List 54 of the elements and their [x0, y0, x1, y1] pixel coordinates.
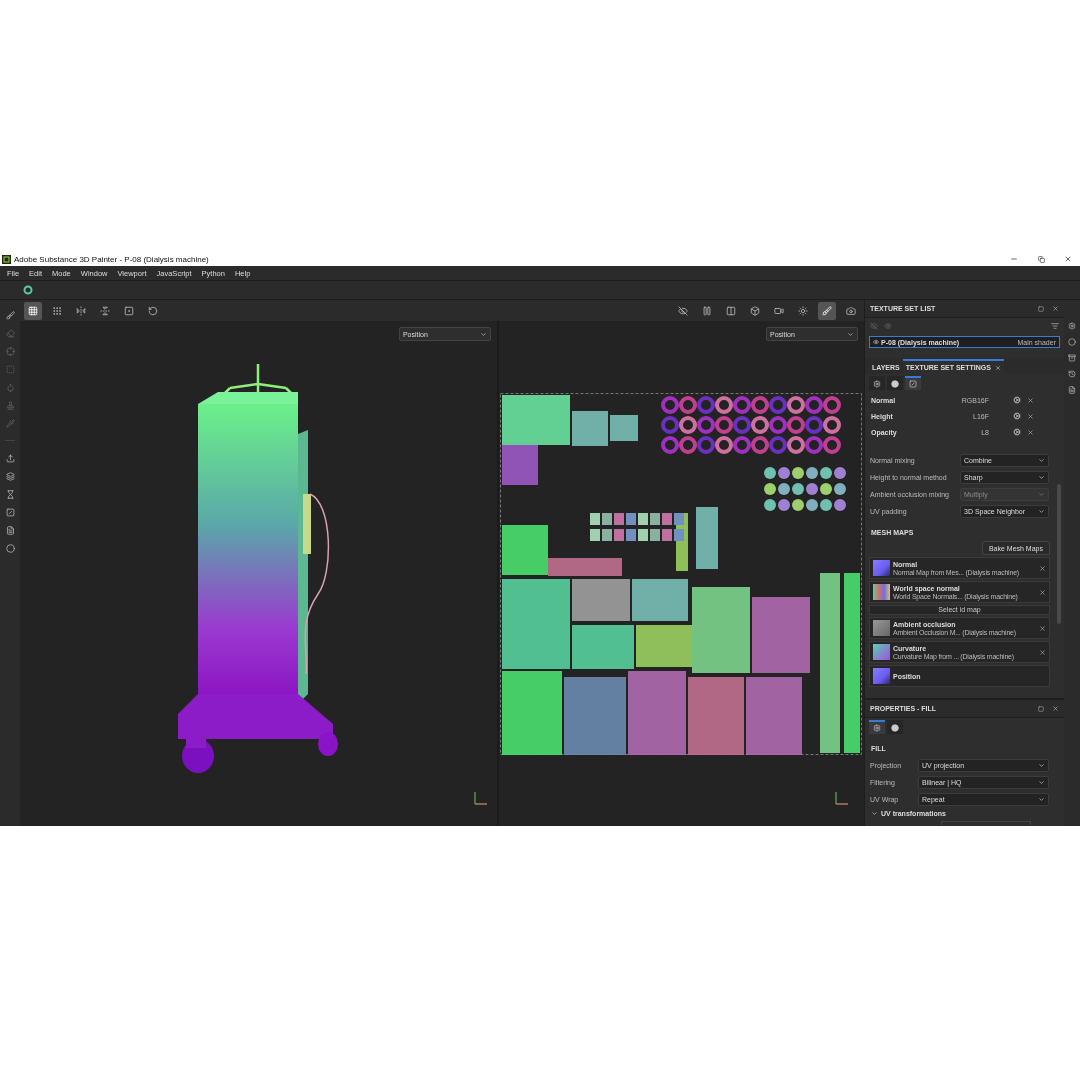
uv-square-icon [909, 380, 917, 388]
hourglass-tool-icon[interactable] [5, 489, 15, 499]
remove-icon[interactable] [1027, 428, 1034, 436]
app-logo-icon [2, 254, 11, 264]
settings-icon[interactable] [1013, 428, 1021, 436]
close-icon [994, 364, 1001, 371]
map-thumbnail [873, 644, 890, 660]
doc-tool-icon[interactable] [5, 525, 15, 535]
sphere-icon [891, 724, 899, 732]
sphere-tab[interactable] [887, 376, 903, 390]
eye-icon [873, 339, 879, 345]
settings-icon [873, 724, 881, 732]
remove-icon[interactable] [1039, 588, 1046, 596]
ring-logo-icon[interactable] [23, 285, 33, 295]
map-thumbnail [873, 560, 890, 576]
chevron-down-icon [1038, 508, 1045, 515]
chevron-down-icon [1038, 457, 1045, 464]
settings-tab[interactable] [869, 376, 885, 390]
grid-icon[interactable] [24, 301, 42, 320]
close-icon[interactable] [1052, 305, 1059, 312]
map-thumbnail [873, 620, 890, 636]
window-title: Adobe Substance 3D Painter - P-08 (Dialysis machine) [14, 254, 210, 264]
chevron-down-icon [1038, 796, 1045, 803]
brush-tool-icon[interactable] [5, 310, 15, 320]
sphere-tab[interactable] [887, 720, 903, 734]
chevron-down-icon [1038, 779, 1045, 786]
chevron-down-icon [871, 810, 878, 817]
brush-icon[interactable] [818, 301, 836, 320]
archive-icon[interactable] [1068, 354, 1076, 362]
restore-icon[interactable] [1037, 255, 1045, 263]
axis-gizmo-icon [832, 790, 850, 806]
remove-icon[interactable] [1027, 396, 1034, 404]
sphere-icon [891, 380, 899, 388]
close-icon[interactable] [1052, 705, 1059, 712]
settings-icon [873, 380, 881, 388]
filter-list-icon[interactable] [1051, 322, 1059, 330]
settings-icon[interactable] [1013, 396, 1021, 404]
chevron-down-icon [1038, 474, 1045, 481]
history-icon[interactable] [1068, 370, 1076, 378]
remove-icon[interactable] [1027, 412, 1034, 420]
display-settings-icon[interactable] [1068, 322, 1076, 330]
chevron-down-icon [1038, 491, 1045, 498]
chevron-down-icon [847, 330, 854, 338]
chevron-down-icon [479, 330, 487, 338]
chevron-down-icon [1038, 762, 1045, 769]
remove-icon[interactable] [1039, 564, 1046, 572]
map-thumbnail [873, 668, 890, 684]
map-thumbnail [873, 584, 890, 600]
export-tool-icon[interactable] [5, 453, 15, 463]
settings-icon[interactable] [1013, 412, 1021, 420]
document-icon[interactable] [1068, 386, 1076, 394]
remove-icon[interactable] [1039, 624, 1046, 632]
remove-icon[interactable] [1039, 648, 1046, 656]
close-icon[interactable] [1064, 255, 1072, 263]
